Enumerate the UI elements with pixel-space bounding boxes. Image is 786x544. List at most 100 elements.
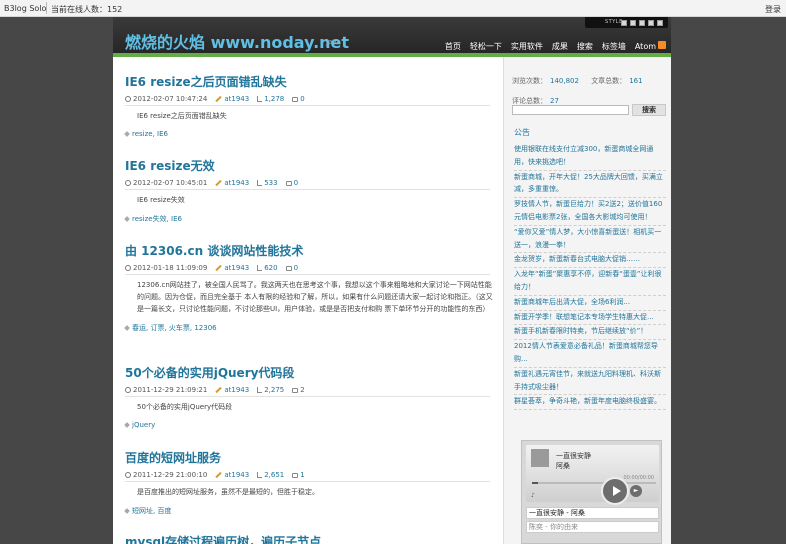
- notice-item[interactable]: 2012情人节表爱意必备礼品！新蛋商城帮您导购...: [514, 340, 666, 368]
- article-author[interactable]: at1943: [224, 471, 249, 479]
- article-excerpt: 12306.cn网站挂了，被全国人民骂了。我这两天也在思考这个事，我想以这个事来…: [137, 281, 493, 313]
- playlist-item[interactable]: 陈奕 - 你的由来: [526, 521, 659, 533]
- album-art: [531, 449, 549, 467]
- article-views[interactable]: 1,278: [264, 95, 284, 103]
- views-icon: [257, 387, 263, 393]
- clock-icon: [125, 472, 131, 478]
- search-input[interactable]: [512, 105, 629, 115]
- comment-icon: [285, 265, 292, 271]
- article-list: IE6 resize之后页面错乱缺失 2012-02-07 10:47:24 a…: [113, 57, 503, 544]
- article-tag-links[interactable]: jQuery: [132, 421, 155, 429]
- notice-item[interactable]: 新蛋手机新春限时特卖，节后继续放“价”！: [514, 325, 666, 341]
- author-icon: [215, 471, 223, 479]
- notice-item[interactable]: 入龙年“新蛋”聚惠享不停，迎新春“蛋壹”让利很给力！: [514, 268, 666, 296]
- clock-icon: [125, 387, 131, 393]
- tag-icon: [124, 325, 130, 331]
- article-excerpt: 50个必备的实用jQuery代码段: [137, 403, 233, 411]
- nav-software[interactable]: 实用软件: [511, 41, 543, 52]
- comment-icon: [285, 180, 292, 186]
- nav-home[interactable]: 首页: [445, 41, 461, 52]
- search-button[interactable]: 搜索: [632, 104, 666, 116]
- progress-bar[interactable]: [532, 482, 656, 484]
- article-date: 2012-02-07 10:45:01: [133, 179, 208, 187]
- notice-item[interactable]: 罗技情人节，新蛋巨给力！买2送2；送价值160元情侣电影票2张，全国各大影城均可…: [514, 198, 666, 226]
- tag-icon: [124, 508, 130, 514]
- notice-item[interactable]: 群星荟萃，争奇斗艳，新蛋年度电脑终极盛宴。: [514, 395, 666, 411]
- visits-count: 140,802: [550, 77, 579, 85]
- rss-icon: [658, 40, 666, 49]
- song-artist: 阿桑: [556, 462, 570, 470]
- article-title[interactable]: IE6 resize无效: [125, 157, 495, 174]
- style-option-1[interactable]: [621, 20, 627, 26]
- article-views[interactable]: 620: [264, 264, 277, 272]
- style-switcher: STYLE ·: [585, 17, 668, 28]
- sidebar: 浏览次数： 140,802 文章总数： 161 评论总数： 27 搜索 公告 使用银联…: [503, 57, 671, 544]
- top-admin-bar: B3log Solo 当前在线人数：152 登录: [0, 0, 786, 17]
- login-link[interactable]: 登录: [765, 4, 781, 15]
- play-icon[interactable]: [601, 477, 629, 505]
- article-tags: jQuery: [124, 421, 495, 429]
- article-comments[interactable]: 1: [300, 471, 304, 479]
- article-comments[interactable]: 0: [294, 264, 298, 272]
- style-option-4[interactable]: [648, 20, 654, 26]
- visits-label: 浏览次数：: [512, 77, 547, 85]
- article-tag-links[interactable]: resize, IE6: [132, 130, 168, 138]
- main-nav: 首页 轻松一下 实用软件 成果 搜索 标签墙 Atom: [445, 40, 666, 52]
- views-icon: [257, 472, 263, 478]
- notice-item[interactable]: 新蛋开学季！联想笔记本专场学生特惠大促...: [514, 311, 666, 326]
- article-tag-links[interactable]: resize失效, IE6: [132, 214, 182, 224]
- article-views[interactable]: 533: [264, 179, 277, 187]
- article-tag-links[interactable]: 春运, 订票, 火车票, 12306: [132, 323, 217, 333]
- notice-item[interactable]: 金龙贺岁，新蛋新春台式电脑大促销……: [514, 253, 666, 269]
- volume-icon[interactable]: ♪: [531, 492, 535, 499]
- clock-icon: [125, 265, 131, 271]
- article-tags: 春运, 订票, 火车票, 12306: [124, 323, 495, 333]
- nav-atom[interactable]: Atom: [634, 40, 666, 52]
- nav-atom-label: Atom: [634, 42, 656, 51]
- article-title[interactable]: IE6 resize之后页面错乱缺失: [125, 73, 495, 90]
- clock-icon: [125, 180, 131, 186]
- article-date: 2012-02-07 10:47:24: [133, 95, 208, 103]
- article-views[interactable]: 2,275: [264, 386, 284, 394]
- nav-results[interactable]: 成果: [552, 41, 568, 52]
- author-icon: [215, 264, 223, 272]
- article-author[interactable]: at1943: [224, 179, 249, 187]
- article-title[interactable]: 50个必备的实用jQuery代码段: [125, 364, 495, 381]
- article-meta: 2012-01-18 11:09:09 at1943 620 0: [125, 264, 490, 275]
- song-title: 一直很安静: [556, 452, 591, 460]
- article-author[interactable]: at1943: [224, 386, 249, 394]
- article-meta: 2011-12-29 21:09:21 at1943 2,275 2: [125, 386, 490, 397]
- article-comments[interactable]: 0: [300, 95, 304, 103]
- notice-item[interactable]: “爱你又爱”情人梦，大小惊喜新蛋送！相机买一送一，浪漫一拳！: [514, 226, 666, 254]
- article-date: 2012-01-18 11:09:09: [133, 264, 208, 272]
- playlist-item[interactable]: 一直很安静 - 阿桑: [526, 507, 659, 519]
- notice-item[interactable]: 新蛋商城，开年大促！25大品牌大回馈，买满立减，多重重惊。: [514, 171, 666, 199]
- articles-count: 161: [629, 77, 643, 85]
- style-option-3[interactable]: [639, 20, 645, 26]
- nav-search[interactable]: 搜索: [577, 41, 593, 52]
- style-option-2[interactable]: [630, 20, 636, 26]
- article-comments[interactable]: 0: [294, 179, 298, 187]
- site-subtitle: Java: [326, 38, 341, 46]
- style-option-5[interactable]: [657, 20, 663, 26]
- notice-item[interactable]: 新蛋礼遇元宵佳节，来就送九阳料理机、科沃斯手持式吸尘器！: [514, 368, 666, 396]
- article-author[interactable]: at1943: [224, 95, 249, 103]
- brand-link[interactable]: B3log Solo: [4, 4, 46, 13]
- article-excerpt: IE6 resize之后页面错乱缺失: [137, 112, 227, 120]
- article-meta: 2012-02-07 10:45:01 at1943 533 0: [125, 179, 490, 190]
- article-tag-links[interactable]: 短网址, 百度: [132, 506, 171, 516]
- article-title[interactable]: 百度的短网址服务: [125, 449, 495, 466]
- article-title[interactable]: mysql存储过程遍历树，遍历子节点: [125, 533, 495, 544]
- article-comments[interactable]: 2: [300, 386, 304, 394]
- article-views[interactable]: 2,651: [264, 471, 284, 479]
- clock-icon: [125, 96, 131, 102]
- nav-relax[interactable]: 轻松一下: [470, 41, 502, 52]
- notice-item[interactable]: 新蛋商城年后出清大促，全场6利润...: [514, 296, 666, 311]
- nav-tag-wall[interactable]: 标签墙: [602, 41, 626, 52]
- notice-item[interactable]: 使用银联在线支付立减300，新蛋商城全网通用，快来挑选吧！: [514, 143, 666, 171]
- next-track-icon[interactable]: ►: [630, 485, 642, 497]
- views-icon: [257, 265, 263, 271]
- article-author[interactable]: at1943: [224, 264, 249, 272]
- article-title[interactable]: 由 12306.cn 谈谈网站性能技术: [125, 242, 495, 259]
- site-title[interactable]: 燃烧的火焰 www.noday.net: [125, 29, 349, 53]
